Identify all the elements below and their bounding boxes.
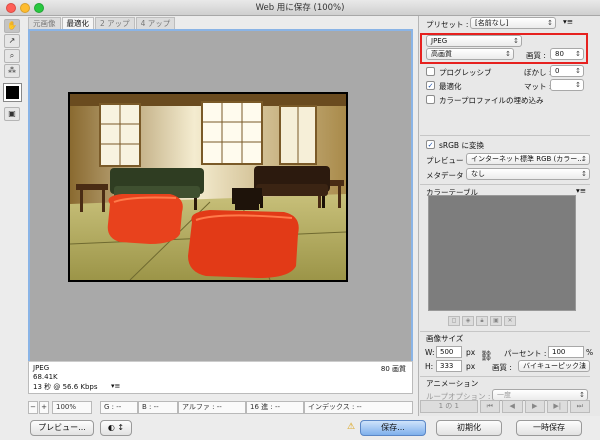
play-icon[interactable]: ▶ bbox=[524, 400, 545, 413]
tab-4-up[interactable]: 4 アップ bbox=[135, 17, 176, 29]
divider bbox=[420, 376, 590, 377]
image-size-title: 画像サイズ bbox=[426, 334, 464, 343]
eyedropper-color-swatch[interactable] bbox=[3, 83, 22, 102]
preview-image bbox=[68, 92, 348, 282]
quality-input[interactable]: 80 bbox=[550, 48, 584, 60]
progressive-label: プログレッシブ bbox=[439, 68, 492, 77]
file-size-text: 68.41K bbox=[33, 373, 58, 381]
metadata-label: メタデータ : bbox=[426, 171, 469, 180]
preset-select[interactable]: [名前なし] bbox=[470, 17, 556, 29]
tab-2-up[interactable]: 2 アップ bbox=[95, 17, 135, 29]
toolbox: ✋ ↗ ⌕ ⁂ ▣ bbox=[3, 18, 22, 122]
zoom-window-button[interactable] bbox=[34, 3, 44, 13]
preview-canvas[interactable] bbox=[28, 29, 413, 394]
zoom-tool-icon[interactable]: ⌕ bbox=[4, 49, 20, 63]
format-select[interactable]: JPEG bbox=[426, 35, 522, 47]
animation-controls: 1 の 1 ⏮ ◀ ▶ ▶| ⏭ bbox=[420, 400, 590, 413]
window-title: Web 用に保存 (100%) bbox=[255, 3, 345, 13]
srgb-checkbox[interactable]: ✓ bbox=[426, 140, 435, 149]
zoom-out-icon[interactable]: − bbox=[28, 401, 38, 414]
link-icon[interactable]: ⛓ bbox=[480, 351, 493, 362]
next-frame-icon[interactable]: ▶| bbox=[547, 400, 568, 413]
width-input[interactable]: 500 bbox=[436, 346, 462, 358]
width-unit: px bbox=[466, 348, 476, 357]
lock-color-icon[interactable]: 🔒︎ bbox=[476, 316, 488, 326]
previous-frame-icon[interactable]: ◀ bbox=[502, 400, 523, 413]
close-window-button[interactable] bbox=[6, 3, 16, 13]
divider bbox=[420, 331, 590, 332]
srgb-label: sRGB に変換 bbox=[439, 141, 484, 150]
tab-optimized[interactable]: 最適化 bbox=[61, 17, 94, 29]
remember-button[interactable]: 一時保存 bbox=[516, 420, 582, 436]
matte-label: マット : bbox=[524, 82, 552, 91]
alpha-value: アルファ : -- bbox=[178, 401, 246, 414]
eyedropper-tool-icon[interactable]: ⁂ bbox=[4, 64, 20, 78]
delete-color-icon[interactable]: ✕ bbox=[504, 316, 516, 326]
color-table-menu-icon[interactable]: ▾≡ bbox=[576, 186, 586, 195]
preview-button[interactable]: プレビュー... bbox=[30, 420, 94, 436]
divider bbox=[420, 135, 590, 136]
animation-title: アニメーション bbox=[426, 379, 479, 388]
matte-select[interactable] bbox=[550, 79, 584, 91]
frame-counter: 1 の 1 bbox=[420, 400, 478, 413]
width-label: W: bbox=[425, 348, 435, 357]
resample-select[interactable]: バイキューピック法 bbox=[518, 360, 590, 372]
resample-label: 画質 : bbox=[492, 363, 512, 372]
hex-value: 16 進 : -- bbox=[246, 401, 304, 414]
percent-input[interactable]: 100 bbox=[548, 346, 584, 358]
add-color-icon[interactable]: ▣ bbox=[490, 316, 502, 326]
warning-icon: ⚠ bbox=[347, 422, 356, 432]
preset-menu-icon[interactable]: ▾≡ bbox=[563, 17, 573, 26]
view-tabs: 元画像 最適化 2 アップ 4 アップ bbox=[28, 17, 176, 29]
info-menu-icon[interactable]: ▾≡ bbox=[111, 382, 120, 390]
height-label: H: bbox=[425, 362, 434, 371]
metadata-select[interactable]: なし bbox=[466, 168, 590, 180]
browser-select-icon[interactable]: ◐ ↕ bbox=[100, 420, 132, 436]
quality-info-text: 80 画質 bbox=[380, 365, 406, 373]
percent-unit: % bbox=[586, 348, 594, 357]
reset-button[interactable]: 初期化 bbox=[436, 420, 502, 436]
status-bar: − + 100% G : -- B : -- アルファ : -- 16 進 : … bbox=[28, 401, 413, 415]
preset-label: プリセット : bbox=[426, 20, 469, 29]
quality-label: 画質 : bbox=[526, 51, 546, 60]
last-frame-icon[interactable]: ⏭ bbox=[569, 400, 590, 413]
quality-preset-select[interactable]: 高画質 bbox=[426, 48, 514, 60]
divider bbox=[420, 184, 590, 185]
minimize-window-button[interactable] bbox=[20, 3, 30, 13]
optimized-checkbox[interactable]: ✓ bbox=[426, 81, 435, 90]
preview-mode-select[interactable]: インターネット標準 RGB (カラー... bbox=[466, 153, 590, 165]
icc-profile-label: カラープロファイルの埋め込み bbox=[439, 96, 544, 105]
format-text: JPEG bbox=[33, 364, 50, 372]
first-frame-icon[interactable]: ⏮ bbox=[479, 400, 500, 413]
image-info-bar: JPEG 68.41K 13 秒 @ 56.6 Kbps ▾≡ 80 画質 bbox=[28, 361, 413, 394]
window-title-bar: Web 用に保存 (100%) bbox=[0, 0, 600, 16]
download-time-text: 13 秒 @ 56.6 Kbps bbox=[33, 383, 98, 391]
optimized-label: 最適化 bbox=[439, 82, 462, 91]
save-button[interactable]: 保存... bbox=[360, 420, 426, 436]
color-table-area[interactable] bbox=[428, 195, 576, 311]
toggle-slices-icon[interactable]: ▣ bbox=[4, 107, 20, 121]
height-unit: px bbox=[466, 362, 476, 371]
hand-tool-icon[interactable]: ✋ bbox=[4, 19, 20, 33]
blur-input[interactable]: 0 bbox=[550, 65, 584, 77]
index-value: インデックス : -- bbox=[304, 401, 413, 414]
color-table-toolbar: ◻ ◈ 🔒︎ ▣ ✕ bbox=[448, 316, 566, 327]
zoom-in-icon[interactable]: + bbox=[39, 401, 49, 414]
icc-profile-checkbox[interactable] bbox=[426, 95, 435, 104]
map-transparency-icon[interactable]: ◻ bbox=[448, 316, 460, 326]
height-input[interactable]: 333 bbox=[436, 360, 462, 372]
preview-mode-label: プレビュー : bbox=[426, 156, 469, 165]
blur-label: ぼかし : bbox=[524, 68, 552, 77]
b-value: B : -- bbox=[138, 401, 178, 414]
percent-label: パーセント : bbox=[504, 349, 547, 358]
tab-original[interactable]: 元画像 bbox=[28, 17, 61, 29]
zoom-level-select[interactable]: 100% bbox=[52, 401, 92, 414]
g-value: G : -- bbox=[100, 401, 138, 414]
slice-select-tool-icon[interactable]: ↗ bbox=[4, 34, 20, 48]
web-snap-icon[interactable]: ◈ bbox=[462, 316, 474, 326]
progressive-checkbox[interactable] bbox=[426, 67, 435, 76]
